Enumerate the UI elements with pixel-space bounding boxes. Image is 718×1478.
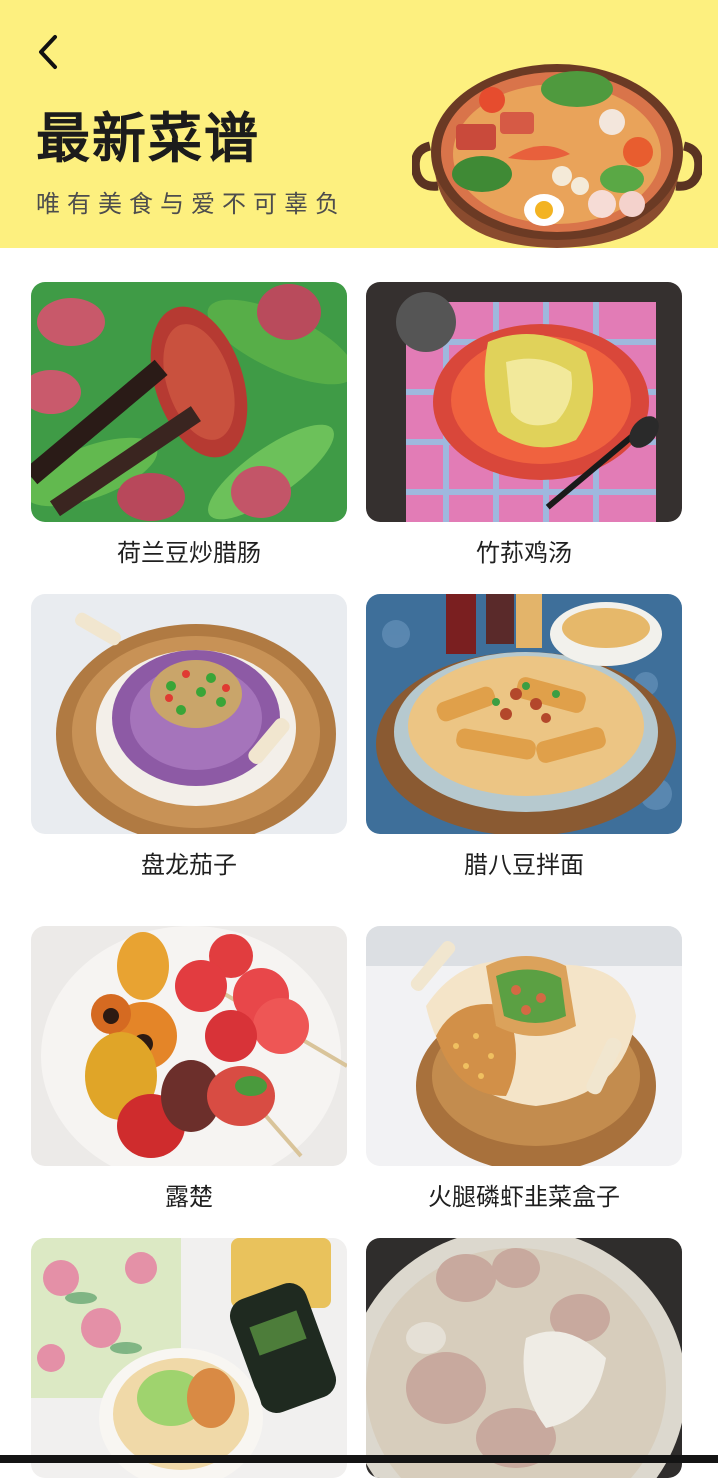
recipe-name: 竹荪鸡汤 [476,539,572,567]
recipe-grid: 荷兰豆炒腊肠 竹荪鸡汤 盘龙茄子 腊八豆拌面 露楚 火腿磷虾韭菜盒子 [0,248,718,1478]
bamboo-fungus-chicken-soup-photo [366,282,682,522]
recipe-card[interactable]: 竹荪鸡汤 [366,282,682,572]
chevron-left-icon [39,35,57,69]
page-subtitle: 唯有美食与爱不可辜负 [36,190,346,218]
recipe-card[interactable]: 火腿磷虾韭菜盒子 [366,926,682,1216]
recipe-name: 盘龙茄子 [141,851,237,879]
recipe-name: 火腿磷虾韭菜盒子 [428,1183,620,1211]
recipe-card[interactable] [366,1238,682,1478]
recipe-card[interactable]: 腊八豆拌面 [366,594,682,884]
page-title: 最新菜谱 [36,107,260,170]
recipe-name: 腊八豆拌面 [464,851,584,879]
recipe-name: 荷兰豆炒腊肠 [117,539,261,567]
recipe-card[interactable] [31,1238,347,1478]
recipe-name: 露楚 [165,1183,213,1211]
cold-noodles-photo [31,1238,347,1478]
laba-bean-noodles-photo [366,594,682,834]
hotpot-illustration [412,64,702,248]
chive-box-photo [366,926,682,1166]
system-navigation-bar [0,1455,718,1463]
pork-rib-soup-photo [366,1238,682,1478]
recipe-card[interactable]: 露楚 [31,926,347,1216]
back-button[interactable] [28,30,68,74]
snow-peas-sausage-photo [31,282,347,522]
recipe-card[interactable]: 荷兰豆炒腊肠 [31,282,347,572]
recipe-card[interactable]: 盘龙茄子 [31,594,347,884]
fruit-skewers-photo [31,926,347,1166]
page-header: 最新菜谱 唯有美食与爱不可辜负 [0,0,718,248]
coiled-dragon-eggplant-photo [31,594,347,834]
